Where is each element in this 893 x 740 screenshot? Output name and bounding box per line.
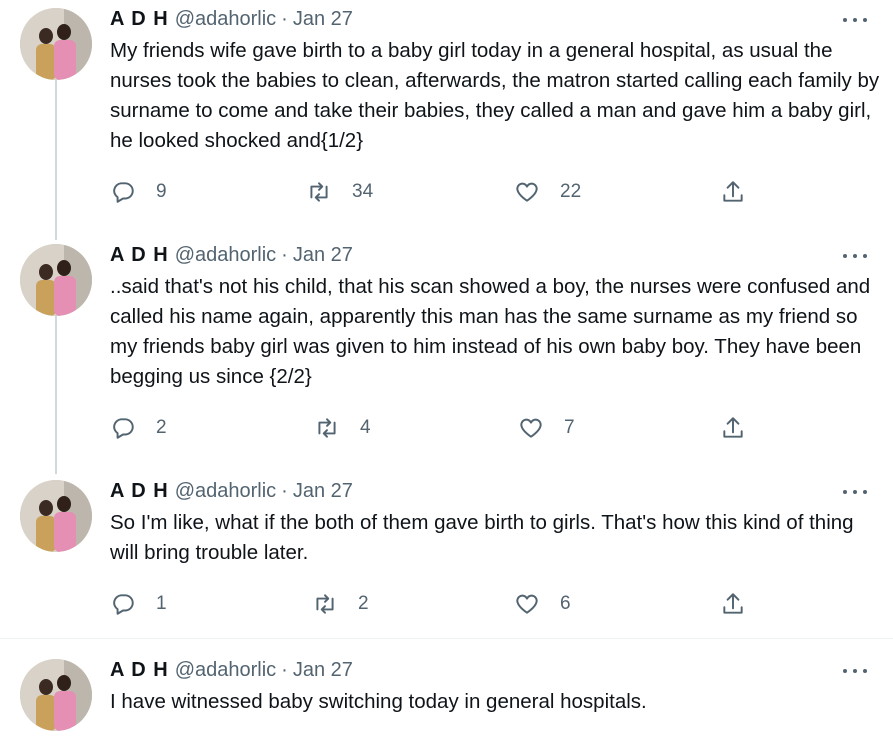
tweet-date[interactable]: Jan 27 [293, 8, 353, 31]
tweet-actions: 2 4 7 [110, 413, 760, 443]
more-icon[interactable] [843, 484, 867, 500]
heart-icon [516, 594, 538, 614]
reply-count: 9 [156, 181, 167, 202]
share-icon [723, 417, 743, 438]
reply-count: 2 [156, 417, 167, 438]
reply-icon [113, 182, 134, 203]
reply-icon [113, 594, 134, 615]
like-count: 7 [564, 417, 575, 438]
separator: · [281, 244, 288, 266]
retweet-button[interactable]: 2 [312, 589, 369, 619]
tweet[interactable]: A D H @adahorlic · Jan 27 My friends wif… [0, 8, 893, 228]
retweet-button[interactable]: 4 [314, 413, 371, 443]
tweet-date[interactable]: Jan 27 [293, 659, 353, 682]
tweet-actions: 9 34 22 [110, 177, 760, 207]
tweet-header: A D H @adahorlic · Jan 27 [110, 8, 353, 32]
avatar[interactable] [20, 8, 92, 80]
tweet-text: My friends wife gave birth to a baby gir… [110, 39, 880, 152]
tweet-text: I have witnessed baby switching today in… [110, 690, 647, 713]
reply-icon [113, 418, 134, 439]
more-icon[interactable] [843, 248, 867, 264]
heart-icon [520, 418, 542, 438]
share-icon [723, 593, 743, 614]
avatar-photo [20, 659, 92, 731]
more-icon[interactable] [843, 12, 867, 28]
reply-button[interactable]: 9 [110, 177, 167, 207]
tweet-actions: 1 2 6 [110, 589, 760, 619]
reply-count: 1 [156, 593, 167, 614]
like-count: 6 [560, 593, 571, 614]
user-handle[interactable]: @adahorlic [175, 244, 276, 267]
heart-icon [516, 182, 538, 202]
user-handle[interactable]: @adahorlic [175, 659, 276, 682]
like-button[interactable]: 6 [514, 589, 571, 619]
more-icon[interactable] [843, 663, 867, 679]
separator: · [281, 659, 288, 681]
user-handle[interactable]: @adahorlic [175, 480, 276, 503]
avatar[interactable] [20, 244, 92, 316]
avatar-photo [20, 480, 92, 552]
retweet-button[interactable]: 34 [306, 177, 373, 207]
reply-button[interactable]: 2 [110, 413, 167, 443]
display-name[interactable]: A D H [110, 659, 169, 682]
separator: · [281, 480, 288, 502]
like-button[interactable]: 7 [518, 413, 575, 443]
tweet[interactable]: A D H @adahorlic · Jan 27 I have witness… [0, 659, 893, 739]
tweet-divider [0, 638, 893, 639]
tweet-header: A D H @adahorlic · Jan 27 [110, 659, 353, 683]
retweet-icon [318, 418, 336, 438]
avatar[interactable] [20, 659, 92, 731]
retweet-count: 4 [360, 417, 371, 438]
tweet-date[interactable]: Jan 27 [293, 244, 353, 267]
retweet-count: 2 [358, 593, 369, 614]
tweet[interactable]: A D H @adahorlic · Jan 27 So I'm like, w… [0, 480, 893, 630]
display-name[interactable]: A D H [110, 8, 169, 31]
retweet-icon [316, 594, 334, 614]
tweet[interactable]: A D H @adahorlic · Jan 27 ..said that's … [0, 244, 893, 464]
avatar-photo [20, 244, 92, 316]
tweet-text: So I'm like, what if the both of them ga… [110, 511, 854, 564]
share-button[interactable] [720, 177, 746, 207]
separator: · [281, 8, 288, 30]
like-button[interactable]: 22 [514, 177, 581, 207]
tweet-text: ..said that's not his child, that his sc… [110, 275, 871, 388]
avatar[interactable] [20, 480, 92, 552]
display-name[interactable]: A D H [110, 244, 169, 267]
tweet-date[interactable]: Jan 27 [293, 480, 353, 503]
share-icon [723, 181, 743, 202]
share-button[interactable] [720, 589, 746, 619]
display-name[interactable]: A D H [110, 480, 169, 503]
retweet-icon [310, 182, 328, 202]
tweet-header: A D H @adahorlic · Jan 27 [110, 244, 353, 268]
reply-button[interactable]: 1 [110, 589, 167, 619]
retweet-count: 34 [352, 181, 374, 202]
avatar-photo [20, 8, 92, 80]
like-count: 22 [560, 181, 582, 202]
tweet-header: A D H @adahorlic · Jan 27 [110, 480, 353, 504]
user-handle[interactable]: @adahorlic [175, 8, 276, 31]
share-button[interactable] [720, 413, 746, 443]
